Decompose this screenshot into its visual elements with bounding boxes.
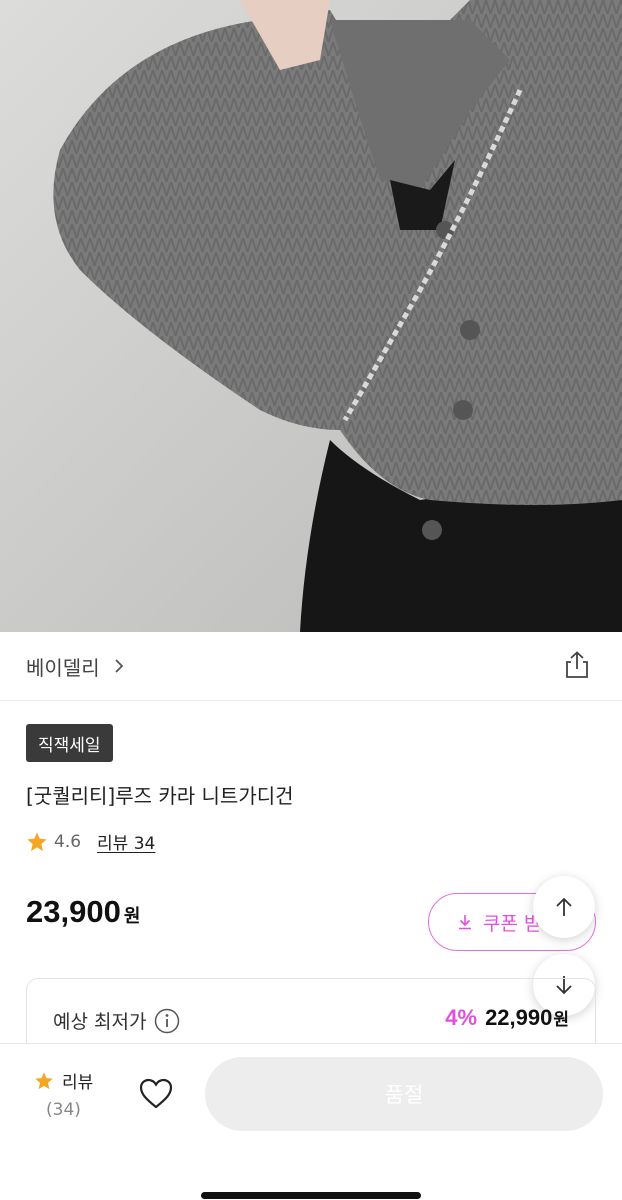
lowest-price-label-row: 예상 최저가: [53, 1007, 180, 1034]
lowest-price-label: 예상 최저가: [53, 1011, 147, 1033]
lowest-price-value: 22,990: [485, 1005, 553, 1030]
lowest-price-unit: 원: [553, 1010, 569, 1030]
star-icon: [27, 831, 47, 851]
discount-rate: 4%: [445, 1005, 478, 1030]
scroll-top-button[interactable]: [533, 876, 595, 938]
home-indicator: [201, 1192, 421, 1199]
chevron-right-icon: [114, 659, 123, 673]
price: 23,900 원: [26, 894, 140, 930]
bottom-action-bar: 리뷰 (34) 품절: [0, 1043, 622, 1200]
info-icon[interactable]: [154, 1008, 180, 1034]
bottom-review-button[interactable]: 리뷰: [34, 1068, 93, 1093]
rating-row: 4.6 리뷰 34: [26, 829, 155, 854]
rating-value: 4.6: [54, 831, 82, 852]
share-icon[interactable]: [562, 650, 592, 680]
review-link[interactable]: 리뷰 34: [97, 829, 155, 854]
price-unit: 원: [123, 906, 141, 927]
soldout-button[interactable]: 품절: [205, 1057, 603, 1131]
bottom-review-count: (34): [46, 1100, 81, 1120]
product-photo-illustration: [0, 0, 622, 632]
product-title: [굿퀄리티]루즈 카라 니트가디건: [26, 784, 294, 808]
product-image[interactable]: [0, 0, 622, 632]
heart-icon[interactable]: [138, 1076, 174, 1112]
section-divider: [0, 700, 622, 701]
download-icon: [459, 915, 471, 930]
price-value: 23,900: [26, 894, 121, 929]
arrow-up-icon: [556, 897, 572, 916]
star-icon: [35, 1071, 53, 1089]
sale-badge: 직잭세일: [26, 724, 113, 762]
lowest-price-value-row: 4% 22,990 원: [445, 1005, 569, 1031]
brand-name[interactable]: 베이델리: [26, 652, 100, 681]
brand-row[interactable]: 베이델리: [0, 632, 622, 700]
bottom-review-label: 리뷰: [62, 1073, 94, 1093]
